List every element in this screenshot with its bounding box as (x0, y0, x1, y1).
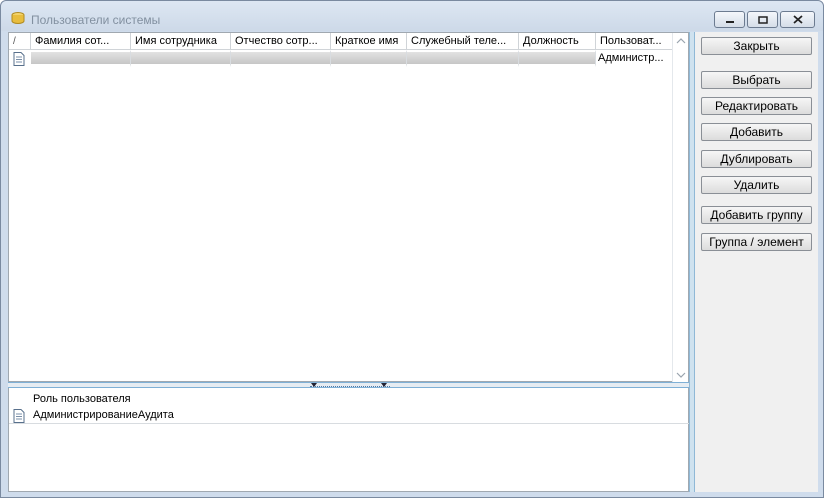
column-header-short-name[interactable]: Краткое имя (331, 33, 407, 50)
maximize-icon (757, 15, 768, 24)
column-header-first-name[interactable]: Имя сотрудника (131, 33, 231, 50)
column-header-phone[interactable]: Служебный теле... (407, 33, 519, 50)
select-button[interactable]: Выбрать (701, 71, 812, 89)
app-icon (11, 12, 25, 24)
document-icon (13, 409, 25, 423)
window-title: Пользователи системы (31, 13, 161, 27)
cell-last-name[interactable] (31, 50, 131, 67)
cell-short-name[interactable] (331, 50, 407, 67)
vertical-scrollbar[interactable] (672, 33, 688, 383)
add-button[interactable]: Добавить (701, 123, 812, 141)
cell-position[interactable] (519, 50, 596, 67)
column-header-last-name[interactable]: Фамилия сот... (31, 33, 131, 50)
roles-grid[interactable]: Роль пользователя АдминистрированиеАудит… (8, 388, 689, 492)
sort-indicator-icon: / (13, 36, 16, 47)
group-element-button[interactable]: Группа / элемент (701, 233, 812, 251)
column-header-role[interactable]: Роль пользователя (33, 392, 131, 406)
edit-button[interactable]: Редактировать (701, 97, 812, 115)
minimize-button[interactable] (714, 11, 745, 28)
column-header-middle-name[interactable]: Отчество сотр... (231, 33, 331, 50)
vertical-splitter[interactable] (689, 32, 695, 492)
column-header-position[interactable]: Должность (519, 33, 596, 50)
table-row[interactable]: Администр... (9, 50, 673, 67)
row-icon-cell (9, 50, 31, 67)
cell-middle-name[interactable] (231, 50, 331, 67)
scroll-up-icon (676, 38, 686, 44)
maximize-button[interactable] (747, 11, 778, 28)
cell-user[interactable]: Администр... (596, 50, 673, 67)
cell-phone[interactable] (407, 50, 519, 67)
close-window-button[interactable] (780, 11, 815, 28)
button-panel: Закрыть Выбрать Редактировать Добавить Д… (701, 32, 818, 492)
scroll-down-icon (676, 372, 686, 378)
users-grid[interactable]: / Фамилия сот... Имя сотрудника Отчество… (8, 32, 689, 383)
delete-button[interactable]: Удалить (701, 176, 812, 194)
column-header-user[interactable]: Пользоват... (596, 33, 673, 50)
grid-header: / Фамилия сот... Имя сотрудника Отчество… (9, 33, 673, 50)
add-group-button[interactable]: Добавить группу (701, 206, 812, 224)
document-icon (13, 52, 25, 66)
close-button[interactable]: Закрыть (701, 37, 812, 55)
role-name: АдминистрированиеАудита (33, 409, 174, 421)
cell-first-name[interactable] (131, 50, 231, 67)
splitter-grip (310, 384, 390, 387)
users-window: Пользователи системы / Фамилия сот... Им… (0, 0, 824, 498)
title-bar[interactable]: Пользователи системы (1, 1, 823, 31)
list-item[interactable]: АдминистрированиеАудита (9, 407, 689, 424)
duplicate-button[interactable]: Дублировать (701, 150, 812, 168)
header-icon-column: / (9, 33, 31, 50)
minimize-icon (725, 20, 734, 23)
client-area: / Фамилия сот... Имя сотрудника Отчество… (8, 32, 818, 492)
close-icon (792, 15, 803, 24)
